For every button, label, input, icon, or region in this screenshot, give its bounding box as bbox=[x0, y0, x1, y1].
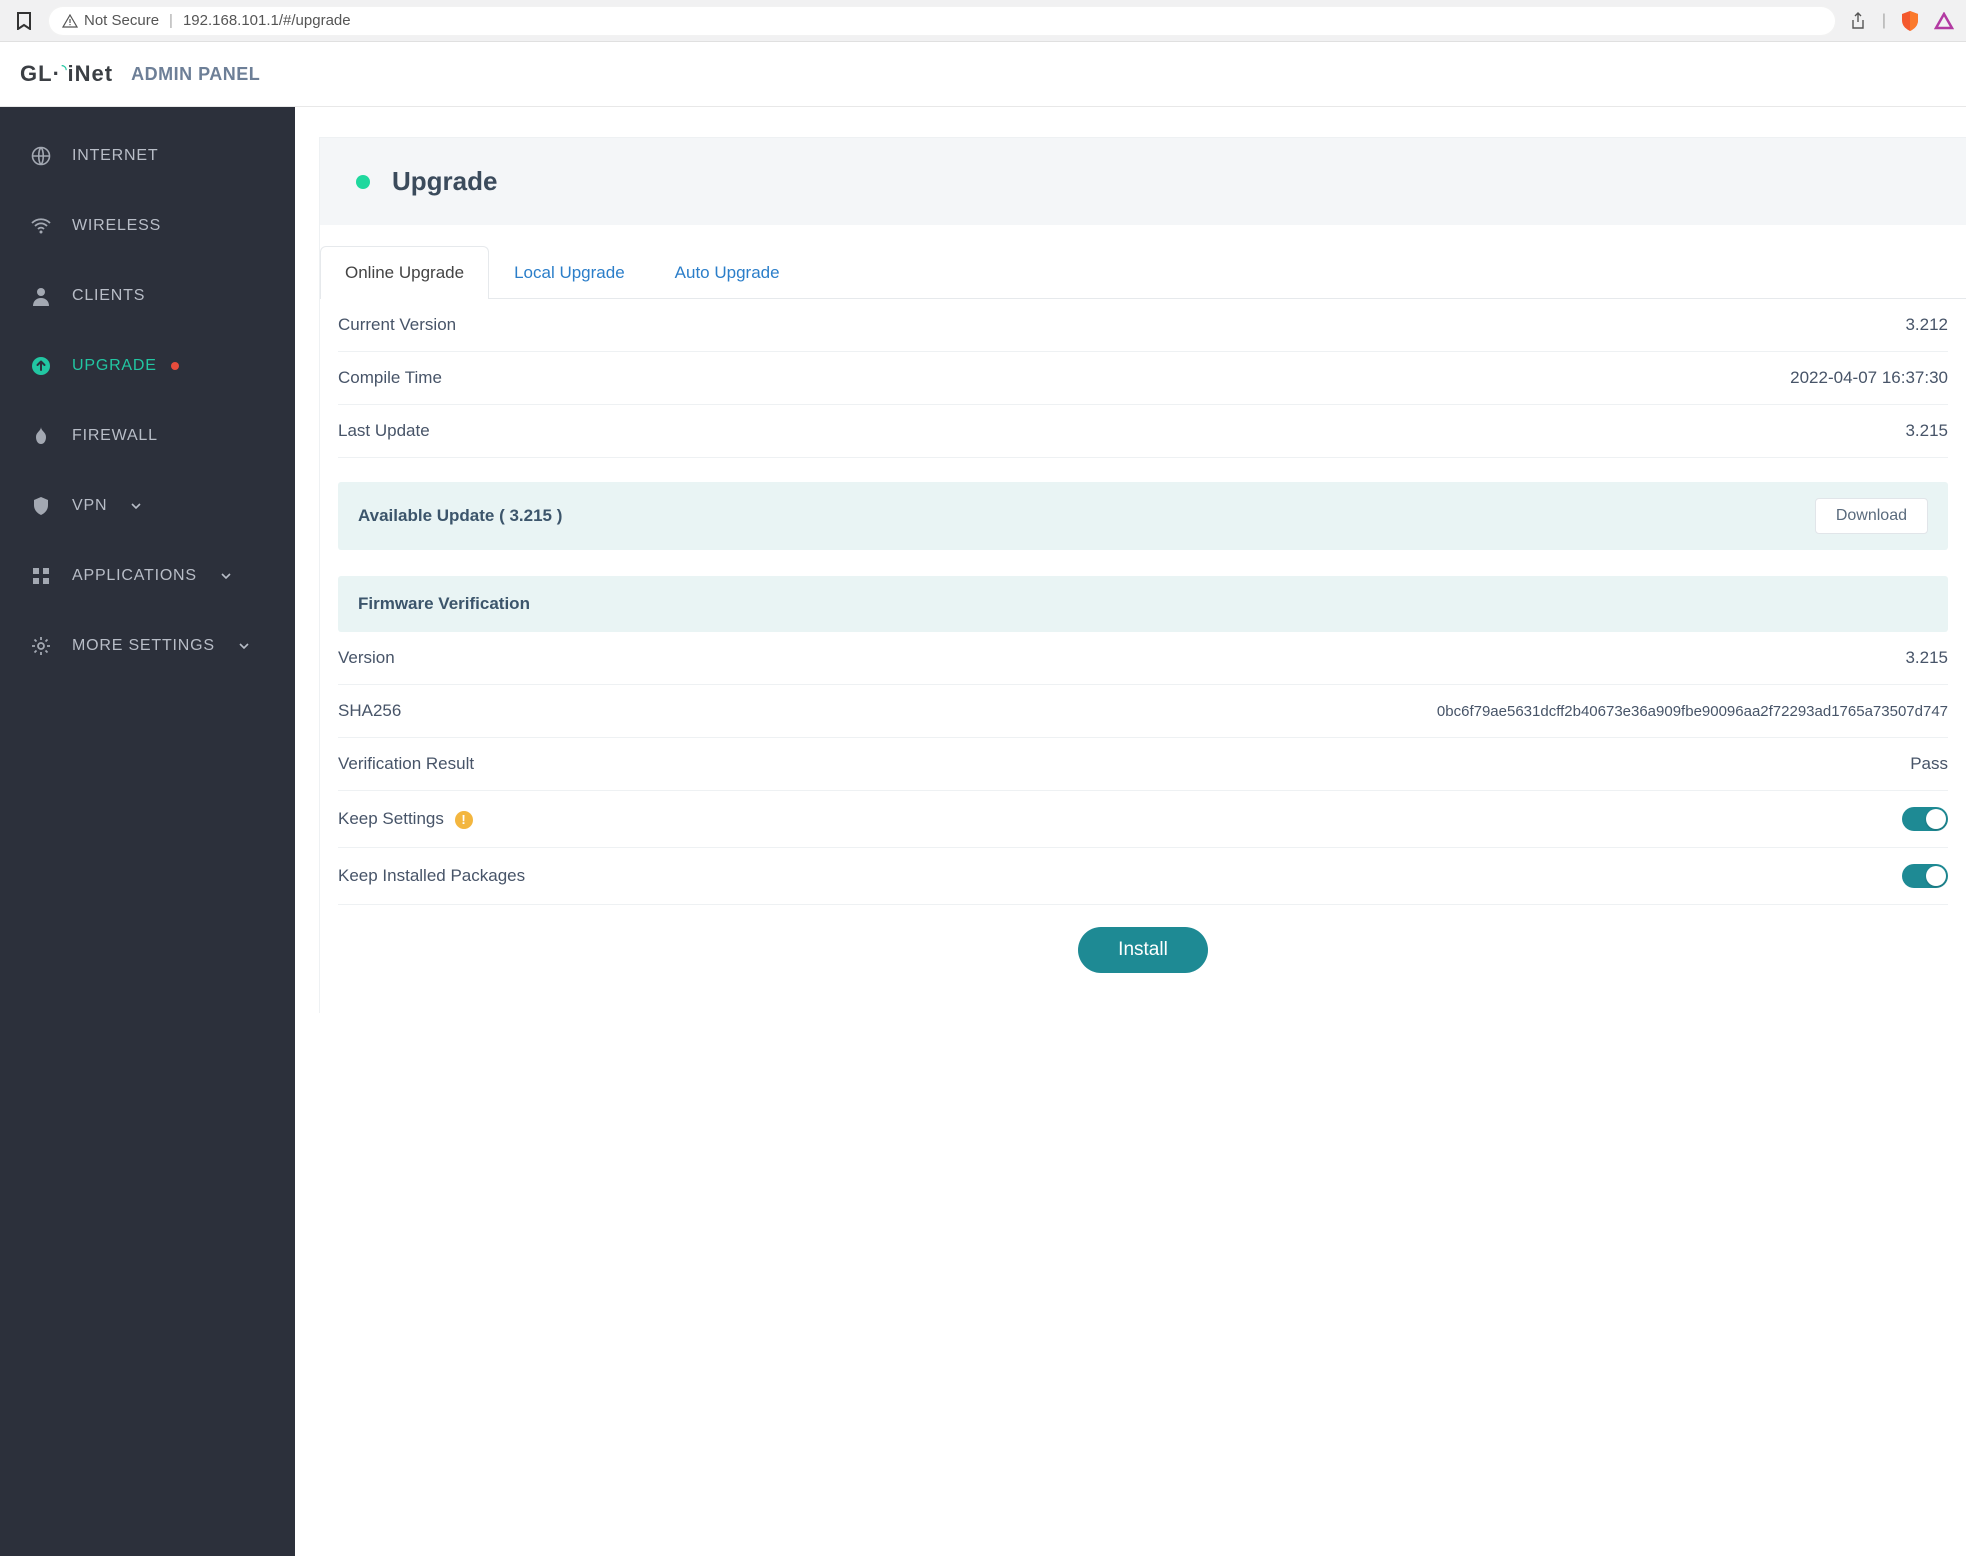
version-value: 3.215 bbox=[1905, 648, 1948, 668]
sidebar-item-label: INTERNET bbox=[72, 147, 158, 165]
main-content: Upgrade Online Upgrade Local Upgrade Aut… bbox=[295, 107, 1966, 1556]
row-version: Version 3.215 bbox=[338, 632, 1948, 685]
sha256-label: SHA256 bbox=[338, 701, 401, 721]
verification-result-label: Verification Result bbox=[338, 754, 474, 774]
app-header: GL·◝iNet ADMIN PANEL bbox=[0, 42, 1966, 107]
chevron-down-icon bbox=[131, 503, 141, 509]
install-button[interactable]: Install bbox=[1078, 927, 1208, 973]
sidebar-item-vpn[interactable]: VPN bbox=[0, 471, 295, 541]
wifi-icon bbox=[30, 215, 52, 237]
shield-icon bbox=[30, 495, 52, 517]
globe-icon bbox=[30, 145, 52, 167]
brand-logo: GL·◝iNet bbox=[20, 61, 113, 87]
upgrade-panel: Upgrade Online Upgrade Local Upgrade Aut… bbox=[319, 137, 1966, 1013]
tab-auto-upgrade[interactable]: Auto Upgrade bbox=[650, 246, 805, 299]
sidebar-item-label: MORE SETTINGS bbox=[72, 637, 215, 655]
chevron-down-icon bbox=[239, 643, 249, 649]
current-version-label: Current Version bbox=[338, 315, 456, 335]
compile-time-value: 2022-04-07 16:37:30 bbox=[1790, 368, 1948, 388]
firmware-verification-heading: Firmware Verification bbox=[338, 576, 1948, 632]
wifi-icon: ◝ bbox=[62, 62, 68, 76]
gear-icon bbox=[30, 635, 52, 657]
bookmark-icon[interactable] bbox=[12, 9, 36, 33]
brave-triangle-icon[interactable] bbox=[1934, 11, 1954, 31]
install-row: Install bbox=[338, 905, 1948, 983]
verification-result-value: Pass bbox=[1910, 754, 1948, 774]
sidebar-item-more-settings[interactable]: MORE SETTINGS bbox=[0, 611, 295, 681]
current-version-value: 3.212 bbox=[1905, 315, 1948, 335]
browser-bar: Not Secure | 192.168.101.1/#/upgrade | bbox=[0, 0, 1966, 42]
tab-label: Local Upgrade bbox=[514, 263, 625, 282]
row-compile-time: Compile Time 2022-04-07 16:37:30 bbox=[338, 352, 1948, 405]
warning-icon bbox=[62, 14, 78, 28]
header-title: ADMIN PANEL bbox=[131, 64, 260, 85]
page-title: Upgrade bbox=[392, 166, 497, 197]
last-update-value: 3.215 bbox=[1905, 421, 1948, 441]
not-secure-text: Not Secure bbox=[84, 12, 159, 29]
sidebar-item-clients[interactable]: CLIENTS bbox=[0, 261, 295, 331]
version-label: Version bbox=[338, 648, 395, 668]
firewall-icon bbox=[30, 425, 52, 447]
row-keep-packages: Keep Installed Packages bbox=[338, 848, 1948, 905]
sidebar-item-wireless[interactable]: WIRELESS bbox=[0, 191, 295, 261]
status-dot-icon bbox=[356, 175, 370, 189]
keep-settings-toggle[interactable] bbox=[1902, 807, 1948, 831]
brand-suffix: iNet bbox=[68, 61, 114, 86]
user-icon bbox=[30, 285, 52, 307]
upgrade-icon bbox=[30, 355, 52, 377]
compile-time-label: Compile Time bbox=[338, 368, 442, 388]
sha256-value: 0bc6f79ae5631dcff2b40673e36a909fbe90096a… bbox=[1437, 703, 1948, 720]
chevron-down-icon bbox=[221, 573, 231, 579]
keep-packages-label: Keep Installed Packages bbox=[338, 866, 525, 886]
url-separator: | bbox=[169, 12, 173, 29]
row-keep-settings: Keep Settings ! bbox=[338, 791, 1948, 848]
last-update-label: Last Update bbox=[338, 421, 430, 441]
keep-packages-toggle[interactable] bbox=[1902, 864, 1948, 888]
sidebar-item-label: FIREWALL bbox=[72, 427, 158, 445]
url-bar[interactable]: Not Secure | 192.168.101.1/#/upgrade bbox=[48, 6, 1836, 36]
tab-label: Auto Upgrade bbox=[675, 263, 780, 282]
info-icon[interactable]: ! bbox=[455, 811, 473, 829]
download-button[interactable]: Download bbox=[1815, 498, 1928, 534]
notification-dot-icon bbox=[171, 362, 179, 370]
sidebar-item-applications[interactable]: APPLICATIONS bbox=[0, 541, 295, 611]
sidebar: INTERNET WIRELESS CLIENTS UPGRADE bbox=[0, 107, 295, 1556]
upgrade-section: Current Version 3.212 Compile Time 2022-… bbox=[320, 299, 1966, 1013]
row-last-update: Last Update 3.215 bbox=[338, 405, 1948, 458]
keep-settings-text: Keep Settings bbox=[338, 809, 444, 828]
available-update-label: Available Update ( 3.215 ) bbox=[358, 506, 562, 526]
sidebar-item-internet[interactable]: INTERNET bbox=[0, 121, 295, 191]
sidebar-item-label: WIRELESS bbox=[72, 217, 161, 235]
sidebar-item-label: UPGRADE bbox=[72, 357, 157, 375]
row-current-version: Current Version 3.212 bbox=[338, 299, 1948, 352]
browser-actions: | bbox=[1848, 11, 1954, 31]
tab-online-upgrade[interactable]: Online Upgrade bbox=[320, 246, 489, 299]
keep-settings-label: Keep Settings ! bbox=[338, 809, 473, 829]
share-icon[interactable] bbox=[1848, 11, 1868, 31]
tab-label: Online Upgrade bbox=[345, 263, 464, 282]
apps-icon bbox=[30, 565, 52, 587]
row-sha256: SHA256 0bc6f79ae5631dcff2b40673e36a909fb… bbox=[338, 685, 1948, 738]
row-verification-result: Verification Result Pass bbox=[338, 738, 1948, 791]
sidebar-item-firewall[interactable]: FIREWALL bbox=[0, 401, 295, 471]
brave-shield-icon[interactable] bbox=[1900, 11, 1920, 31]
available-update-bar: Available Update ( 3.215 ) Download bbox=[338, 482, 1948, 550]
tabs: Online Upgrade Local Upgrade Auto Upgrad… bbox=[320, 245, 1966, 299]
sidebar-item-upgrade[interactable]: UPGRADE bbox=[0, 331, 295, 401]
panel-header: Upgrade bbox=[320, 138, 1966, 225]
sidebar-item-label: CLIENTS bbox=[72, 287, 145, 305]
sidebar-item-label: VPN bbox=[72, 497, 107, 515]
brand-prefix: GL bbox=[20, 61, 53, 86]
url-text: 192.168.101.1/#/upgrade bbox=[183, 12, 351, 29]
sidebar-item-label: APPLICATIONS bbox=[72, 567, 197, 585]
browser-separator: | bbox=[1882, 12, 1886, 30]
tab-local-upgrade[interactable]: Local Upgrade bbox=[489, 246, 650, 299]
not-secure-indicator: Not Secure bbox=[62, 12, 159, 29]
